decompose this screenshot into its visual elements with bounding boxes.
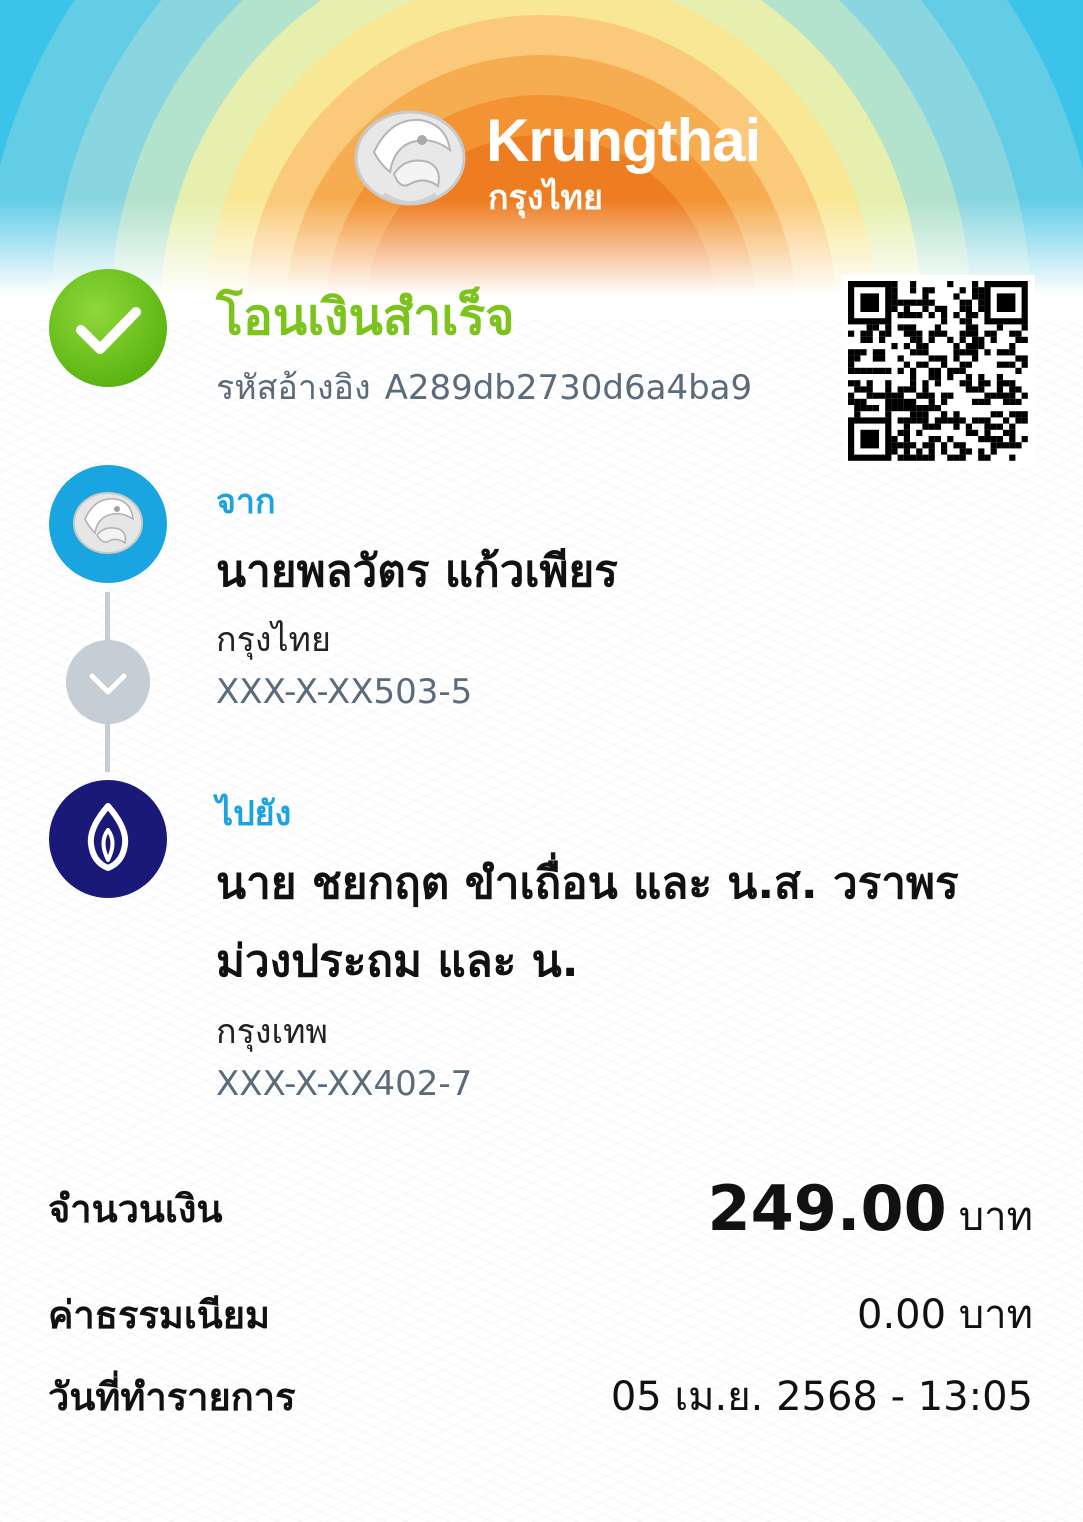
to-label: ไปยัง <box>216 794 292 834</box>
transfer-direction-indicator <box>66 640 150 724</box>
recipient-bank: กรุงเทพ <box>216 1012 328 1052</box>
brand-name-thai: กรุงไทย <box>488 178 603 218</box>
transaction-date-value: 05 เม.ย. 2568 - 13:05 <box>610 1374 1033 1420</box>
from-label: จาก <box>216 482 276 522</box>
amount-label: จำนวนเงิน <box>48 1187 223 1231</box>
chevron-down-icon <box>89 673 127 695</box>
krungthai-bank-icon <box>73 492 143 554</box>
sender-account: XXX-X-XX503-5 <box>216 672 473 712</box>
bangkok-bank-lotus-icon <box>87 803 129 871</box>
from-bank-logo <box>49 465 167 583</box>
krungthai-phoenix-icon <box>354 110 466 206</box>
reference-row: รหัสอ้างอิง A289db2730d6a4ba9 <box>216 360 752 414</box>
amount-unit: บาท <box>958 1194 1033 1240</box>
reference-label: รหัสอ้างอิง <box>216 368 371 408</box>
amount-value-row: 249.00 บาท <box>708 1172 1033 1248</box>
qr-code[interactable] <box>842 275 1035 468</box>
sender-name: นายพลวัตร แก้วเพียร <box>216 546 618 597</box>
status-title: โอนเงินสำเร็จ <box>216 288 515 346</box>
recipient-name: นาย ชยกฤต ขำเถื่อน และ น.ส. วราพร ม่วงปร… <box>216 858 959 987</box>
check-icon <box>49 269 167 387</box>
fee-label: ค่าธรรมเนียม <box>48 1293 271 1337</box>
brand-name: Krungthai <box>486 107 761 174</box>
connector-line <box>105 722 110 772</box>
sender-bank: กรุงไทย <box>216 620 331 660</box>
transaction-date-label: วันที่ทำรายการ <box>48 1375 296 1419</box>
success-status-icon <box>48 268 168 388</box>
recipient-account: XXX-X-XX402-7 <box>216 1064 473 1104</box>
amount-value: 249.00 <box>707 1172 947 1245</box>
fee-value: 0.00 บาท <box>857 1292 1033 1338</box>
brand-logo: Krungthai กรุงไทย <box>350 100 761 220</box>
reference-code: A289db2730d6a4ba9 <box>384 368 753 408</box>
connector-line <box>105 592 110 644</box>
to-bank-logo <box>49 780 167 898</box>
qr-code-icon <box>848 281 1028 461</box>
